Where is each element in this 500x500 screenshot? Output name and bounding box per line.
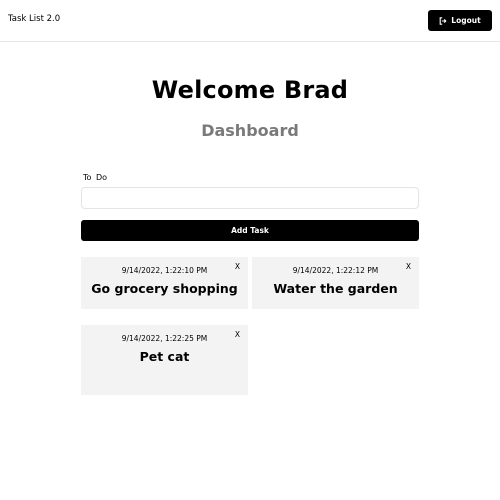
- logout-label: Logout: [451, 16, 481, 25]
- logout-button[interactable]: Logout: [428, 10, 492, 31]
- task-title: Pet cat: [139, 349, 190, 364]
- logout-icon: [439, 16, 447, 25]
- add-task-button[interactable]: Add Task: [81, 220, 419, 241]
- page-subtitle: Dashboard: [201, 121, 299, 140]
- task-card: 9/14/2022, 1:22:25 PM Pet cat X: [81, 325, 248, 395]
- task-title: Water the garden: [273, 281, 398, 296]
- delete-task-button[interactable]: X: [235, 262, 240, 271]
- task-title: Go grocery shopping: [91, 281, 238, 296]
- app-title: Task List 2.0: [8, 14, 61, 24]
- task-timestamp: 9/14/2022, 1:22:12 PM: [292, 266, 379, 275]
- top-bar: Task List 2.0 Logout: [0, 0, 500, 42]
- task-card: 9/14/2022, 1:22:12 PM Water the garden X: [252, 257, 419, 309]
- task-timestamp: 9/14/2022, 1:22:25 PM: [121, 334, 208, 343]
- page-title: Welcome Brad: [151, 76, 349, 104]
- task-timestamp: 9/14/2022, 1:22:10 PM: [121, 266, 208, 275]
- delete-task-button[interactable]: X: [406, 262, 411, 271]
- todo-input[interactable]: [81, 187, 419, 209]
- delete-task-button[interactable]: X: [235, 330, 240, 339]
- todo-label: To Do: [83, 173, 108, 182]
- task-card: 9/14/2022, 1:22:10 PM Go grocery shoppin…: [81, 257, 248, 309]
